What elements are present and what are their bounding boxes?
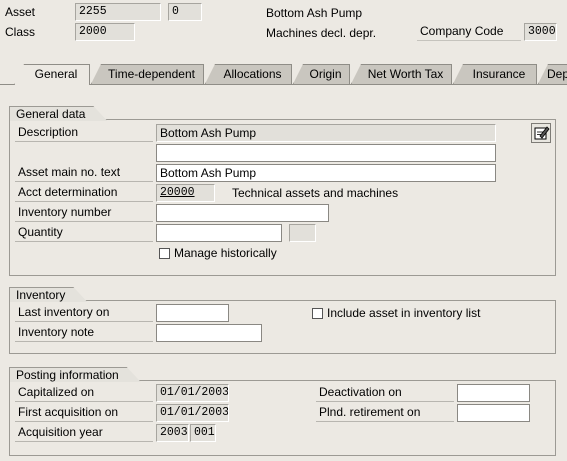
tab-strip: General Time-dependent Allocations Origi… <box>14 64 567 85</box>
planned-retirement-field[interactable] <box>457 404 530 422</box>
tab-general[interactable]: General <box>14 64 90 85</box>
acct-determination-description: Technical assets and machines <box>232 186 399 200</box>
deactivation-on-label: Deactivation on <box>316 384 454 402</box>
description-field[interactable]: Bottom Ash Pump <box>156 124 496 142</box>
tab-allocations[interactable]: Allocations <box>205 64 292 84</box>
acquisition-period-field[interactable]: 001 <box>190 424 216 442</box>
general-data-title: General data <box>9 106 107 121</box>
first-acquisition-field[interactable]: 01/01/2003 <box>156 404 229 422</box>
last-inventory-field[interactable] <box>156 304 229 322</box>
include-in-inventory-label: Include asset in inventory list <box>327 306 481 320</box>
asset-description-text: Bottom Ash Pump <box>266 6 363 20</box>
description-line2-field[interactable] <box>156 144 496 162</box>
tab-insurance[interactable]: Insurance <box>453 64 537 84</box>
quantity-label: Quantity <box>15 224 153 242</box>
class-description-text: Machines decl. depr. <box>266 26 377 40</box>
inventory-number-label: Inventory number <box>15 204 153 222</box>
inventory-title: Inventory <box>9 287 87 302</box>
asset-class-field[interactable]: 2000 <box>75 23 135 41</box>
unit-of-measure-field[interactable] <box>289 224 316 242</box>
class-label: Class <box>5 25 36 39</box>
description-label: Description <box>15 124 153 142</box>
manage-historically-checkbox[interactable] <box>159 248 170 259</box>
asset-main-text-label: Asset main no. text <box>15 164 153 182</box>
tab-time-dependent[interactable]: Time-dependent <box>91 64 204 84</box>
tab-depreciation[interactable]: Depr <box>538 64 567 84</box>
capitalized-on-label: Capitalized on <box>15 384 153 402</box>
include-in-inventory-checkbox[interactable] <box>312 308 323 319</box>
asset-number-field[interactable]: 2255 <box>75 3 161 21</box>
capitalized-on-field[interactable]: 01/01/2003 <box>156 384 229 402</box>
acct-determination-label: Acct determination <box>15 184 153 202</box>
acquisition-year-field[interactable]: 2003 <box>156 424 189 442</box>
acct-determination-field[interactable]: 20000 <box>156 184 215 202</box>
tab-panel-general: General data Description Bottom Ash Pump… <box>0 85 567 461</box>
tab-net-worth-tax[interactable]: Net Worth Tax <box>351 64 452 84</box>
tab-origin[interactable]: Origin <box>293 64 350 84</box>
last-inventory-label: Last inventory on <box>15 304 153 322</box>
inventory-number-field[interactable] <box>156 204 329 222</box>
planned-retirement-label: Plnd. retirement on <box>316 404 454 422</box>
manage-historically-label: Manage historically <box>174 246 277 260</box>
asset-main-text-field[interactable]: Bottom Ash Pump <box>156 164 496 182</box>
pencil-notepad-icon[interactable] <box>531 123 551 143</box>
asset-subnumber-field[interactable]: 0 <box>168 3 202 21</box>
quantity-field[interactable] <box>156 224 282 242</box>
inventory-note-label: Inventory note <box>15 324 153 342</box>
deactivation-on-field[interactable] <box>457 384 530 402</box>
asset-label: Asset <box>5 5 36 19</box>
company-code-label: Company Code <box>417 23 521 41</box>
first-acquisition-label: First acquisition on <box>15 404 153 422</box>
company-code-field[interactable]: 3000 <box>524 23 557 41</box>
acquisition-year-label: Acquisition year <box>15 424 153 442</box>
inventory-note-field[interactable] <box>156 324 262 342</box>
posting-information-title: Posting information <box>9 367 141 382</box>
